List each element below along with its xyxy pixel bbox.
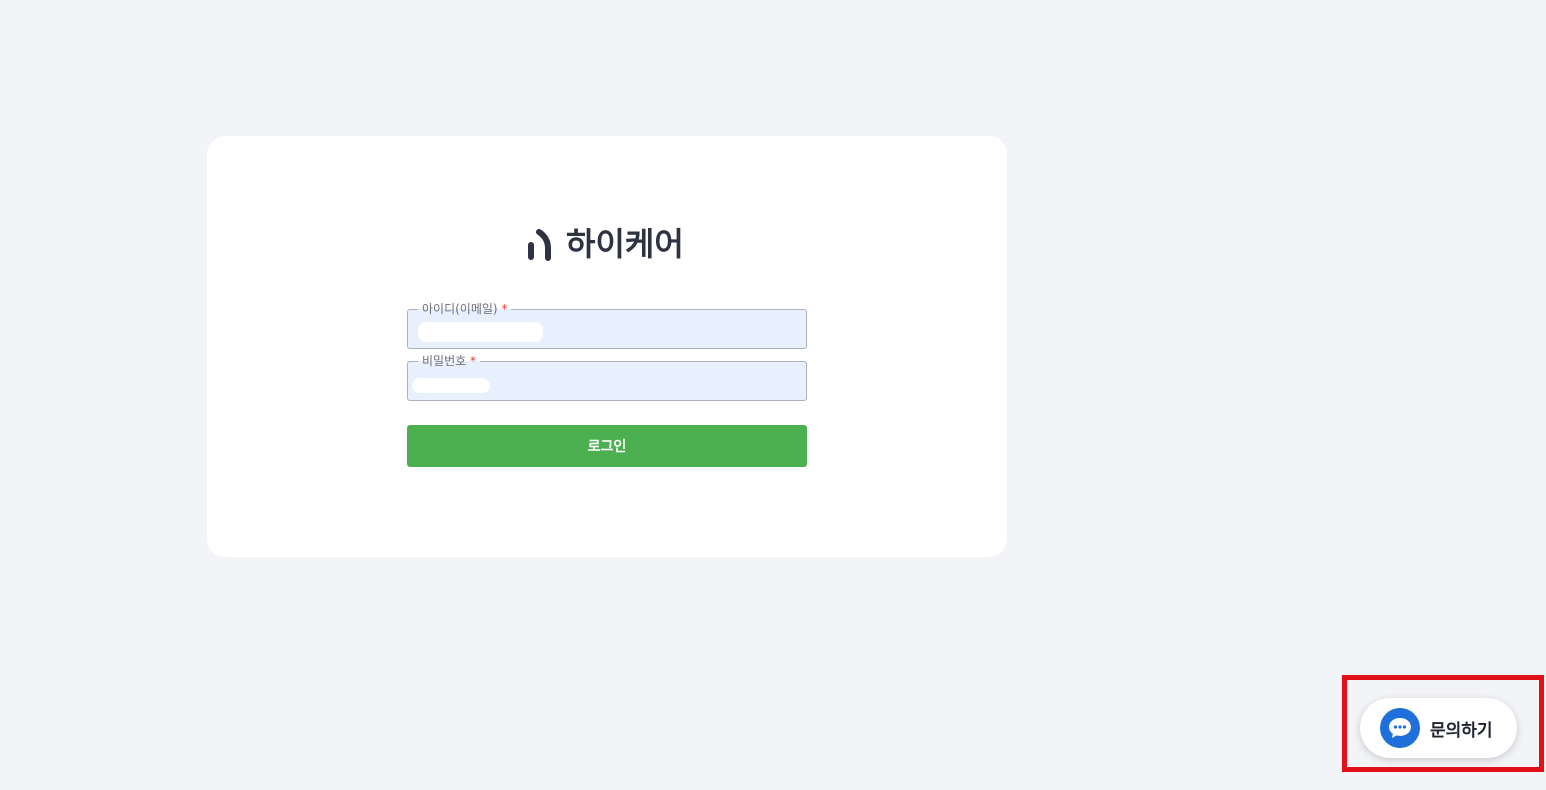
brand: 하이케어 [526, 226, 684, 262]
required-mark: * [470, 354, 476, 368]
password-field-label: 비밀번호 * [418, 353, 480, 369]
login-button[interactable]: 로그인 [407, 425, 807, 467]
email-field-label: 아이디(이메일) * [418, 301, 512, 317]
redacted-value [418, 322, 543, 342]
login-page: 하이케어 아이디(이메일) * 비밀번호 * 로그인 문의하기 [0, 0, 1546, 790]
password-field[interactable]: 비밀번호 * [407, 353, 807, 401]
inquiry-button[interactable]: 문의하기 [1360, 698, 1517, 758]
brand-logo-icon [528, 229, 551, 261]
redacted-value [412, 378, 490, 393]
inquiry-label: 문의하기 [1430, 720, 1493, 741]
chat-bubble-icon [1380, 708, 1420, 748]
email-label-text: 아이디(이메일) [422, 302, 498, 316]
password-label-text: 비밀번호 [422, 354, 467, 368]
email-field[interactable]: 아이디(이메일) * [407, 301, 807, 349]
required-mark: * [501, 302, 508, 316]
brand-name: 하이케어 [566, 225, 684, 263]
